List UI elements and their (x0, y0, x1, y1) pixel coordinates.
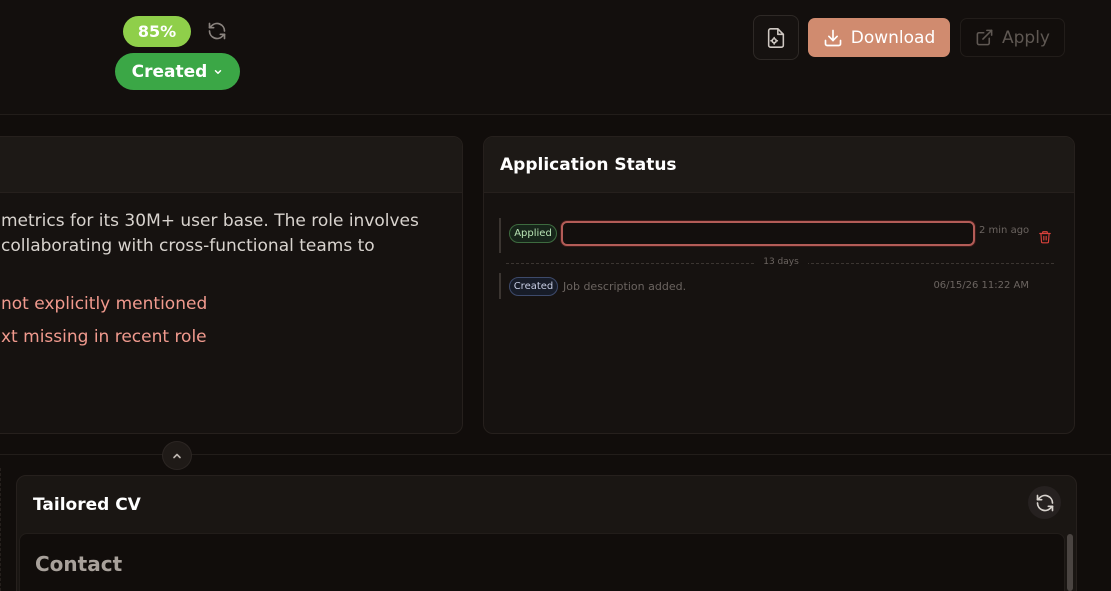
chevron-up-icon (173, 453, 181, 458)
job-analysis-panel-header (0, 137, 462, 193)
refresh-icon (1036, 494, 1053, 511)
job-description-line: metrics for its 30M+ user base. The role… (1, 211, 419, 231)
event-time: 2 min ago (979, 225, 1030, 236)
refresh-icon (208, 22, 226, 40)
file-settings-button[interactable] (753, 15, 799, 60)
status-dropdown-label: Created (131, 61, 208, 82)
trash-icon[interactable] (1038, 230, 1052, 244)
download-button[interactable]: Download (808, 18, 950, 57)
job-description-text: metrics for its 30M+ user base. The role… (1, 209, 461, 259)
cv-section-heading: Contact (35, 552, 123, 576)
status-badge-applied: Applied (509, 224, 557, 243)
gap-item: not explicitly mentioned (1, 294, 208, 314)
status-badge-created: Created (509, 277, 558, 296)
scrollbar-thumb[interactable] (1067, 534, 1073, 591)
chevron-down-icon (215, 69, 222, 74)
timeline-bar (499, 273, 501, 299)
apply-button[interactable]: Apply (960, 18, 1065, 57)
external-link-icon (976, 29, 993, 46)
tailored-cv-header: Tailored CV (17, 476, 1076, 533)
match-score-value: 85% (137, 22, 177, 41)
download-icon (824, 29, 842, 46)
interval-label: 13 days (754, 257, 808, 267)
tailored-cv-panel: Tailored CV Contact (16, 475, 1077, 591)
status-dropdown[interactable]: Created (115, 53, 240, 90)
application-status-panel: Application Status Applied 2 min ago 13 … (483, 136, 1075, 434)
top-toolbar: 85% Created Download Apply (0, 0, 1111, 115)
gap-item: xt missing in recent role (1, 327, 207, 347)
tailored-cv-title: Tailored CV (33, 494, 141, 515)
refresh-score-button[interactable] (206, 20, 228, 42)
apply-button-label: Apply (1002, 27, 1050, 48)
download-button-label: Download (850, 27, 936, 48)
application-status-header: Application Status (484, 137, 1074, 193)
job-description-line: collaborating with cross-functional team… (1, 236, 375, 256)
status-badge-label: Created (513, 281, 554, 292)
status-note-input[interactable] (561, 221, 975, 246)
left-guide-line (0, 468, 1, 591)
match-score-badge: 85% (123, 16, 191, 47)
application-status-title: Application Status (500, 154, 677, 175)
collapse-button[interactable] (162, 441, 192, 470)
event-description: Job description added. (563, 280, 687, 293)
job-analysis-panel: metrics for its 30M+ user base. The role… (0, 136, 463, 434)
status-badge-label: Applied (514, 228, 552, 239)
file-settings-icon (767, 27, 785, 48)
timeline-bar (499, 218, 501, 253)
cv-document: Contact (19, 533, 1065, 591)
regenerate-cv-button[interactable] (1028, 486, 1061, 519)
event-time: 06/15/26 11:22 AM (933, 280, 1029, 291)
